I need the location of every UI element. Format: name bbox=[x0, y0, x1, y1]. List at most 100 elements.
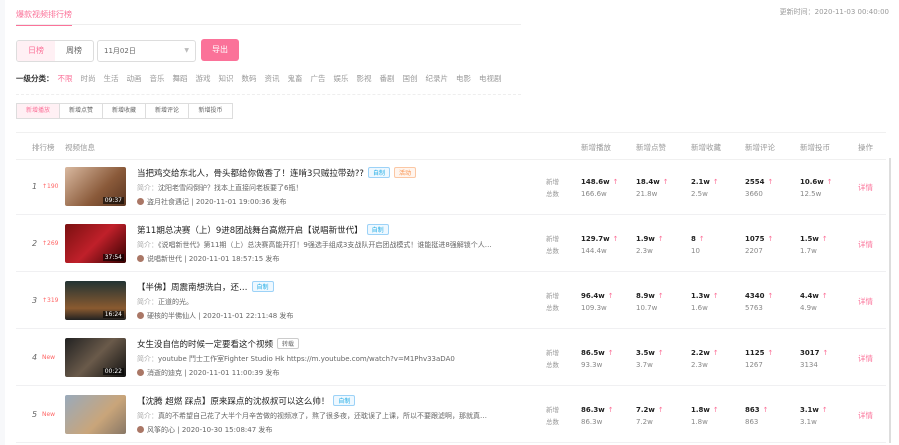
table-row: 3 ↑319 16:24 【半佛】周震南想洗白，还… 自制 简介：正道的光。 硬核… bbox=[16, 272, 886, 329]
rank-change: ↑269 bbox=[42, 240, 59, 247]
day-rank-button[interactable]: 日榜 bbox=[17, 41, 55, 61]
video-thumbnail[interactable]: 16:24 bbox=[65, 281, 126, 320]
detail-link[interactable]: 详情 bbox=[858, 410, 873, 421]
rank-number: 4 bbox=[32, 353, 38, 362]
video-title-text[interactable]: 【半佛】周震南想洗白，还… bbox=[137, 283, 248, 293]
coin-total: 1.7w bbox=[800, 247, 817, 255]
arrow-up-icon: ↑ bbox=[698, 235, 705, 243]
like-new: 8.9w bbox=[636, 292, 655, 300]
metric-tab-2[interactable]: 新增收藏 bbox=[103, 104, 146, 118]
category-4[interactable]: 音乐 bbox=[150, 73, 165, 84]
metric-tab-1[interactable]: 新增点赞 bbox=[60, 104, 103, 118]
category-3[interactable]: 动画 bbox=[127, 73, 142, 84]
video-tag: 自制 bbox=[367, 167, 390, 178]
publish-time: | 2020-10-30 15:08:47 发布 bbox=[177, 426, 273, 434]
category-6[interactable]: 游戏 bbox=[196, 73, 211, 84]
category-18[interactable]: 电视剧 bbox=[479, 73, 502, 84]
detail-link[interactable]: 详情 bbox=[858, 296, 873, 307]
stat-comment: 2554 ↑ 3660 bbox=[745, 176, 773, 200]
stat-labels: 新增 总数 bbox=[546, 290, 559, 314]
week-rank-button[interactable]: 周榜 bbox=[55, 41, 93, 61]
video-title[interactable]: 女生没自信的时候一定要看这个视频 转载 bbox=[137, 338, 300, 350]
category-12[interactable]: 娱乐 bbox=[334, 73, 349, 84]
author-name[interactable]: 说唱新世代 bbox=[147, 255, 182, 263]
category-17[interactable]: 电影 bbox=[456, 73, 471, 84]
video-tag: 自制 bbox=[333, 395, 356, 406]
arrow-up-icon: ↑ bbox=[767, 178, 774, 186]
avatar bbox=[137, 369, 144, 376]
stat-like: 3.5w ↑ 3.7w bbox=[636, 347, 664, 371]
coin-new: 4.4w bbox=[800, 292, 819, 300]
avatar bbox=[137, 426, 144, 433]
author-name[interactable]: 消逝的迪克 bbox=[147, 369, 182, 377]
video-thumbnail[interactable]: 09:37 bbox=[65, 167, 126, 206]
date-select[interactable]: 11月02日 ▼ bbox=[97, 40, 196, 62]
category-5[interactable]: 舞蹈 bbox=[173, 73, 188, 84]
video-meta: 风筝的心 | 2020-10-30 15:08:47 发布 bbox=[137, 425, 272, 435]
comment-new: 2554 bbox=[745, 178, 765, 186]
stat-labels: 新增 总数 bbox=[546, 404, 559, 428]
comment-new: 863 bbox=[745, 406, 760, 414]
rank-change: ↑190 bbox=[42, 183, 59, 190]
total-label: 总数 bbox=[546, 190, 559, 198]
comment-total: 5763 bbox=[745, 304, 763, 312]
avatar bbox=[137, 198, 144, 205]
video-thumbnail[interactable] bbox=[65, 395, 126, 434]
col-info: 视频信息 bbox=[65, 143, 95, 152]
date-value: 11月02日 bbox=[104, 47, 136, 55]
video-thumbnail[interactable]: 37:54 bbox=[65, 224, 126, 263]
video-title-text[interactable]: 女生没自信的时候一定要看这个视频 bbox=[137, 340, 273, 350]
desc-text: 真的不希望自己花了大半个月辛苦做的视频凉了，熬了很多夜，还耽误了上课，所以不要跟… bbox=[158, 412, 487, 420]
detail-link[interactable]: 详情 bbox=[858, 239, 873, 250]
arrow-up-icon: ↑ bbox=[612, 235, 619, 243]
video-description: 简介：正道的光。 bbox=[137, 297, 193, 307]
category-8[interactable]: 数码 bbox=[242, 73, 257, 84]
video-title[interactable]: 【半佛】周震南想洗白，还… 自制 bbox=[137, 281, 274, 293]
video-title-text[interactable]: 当把鸡交给东北人，骨头都给你做香了！连啃3只贼拉带劲?? bbox=[137, 169, 364, 179]
category-16[interactable]: 纪录片 bbox=[426, 73, 449, 84]
arrow-up-icon: ↑ bbox=[712, 349, 719, 357]
category-1[interactable]: 时尚 bbox=[81, 73, 96, 84]
fav-new: 2.1w bbox=[691, 178, 710, 186]
video-title-text[interactable]: 【沈腾 超燃 踩点】原来踩点的沈叔叔可以这么帅！ bbox=[137, 397, 329, 407]
category-2[interactable]: 生活 bbox=[104, 73, 119, 84]
desc-text: 沈阳老雪闷倒驴？找本上直接问老板要了6瓶！ bbox=[158, 184, 303, 192]
metric-tab-0[interactable]: 新增播放 bbox=[17, 104, 60, 118]
stat-like: 18.4w ↑ 21.8w bbox=[636, 176, 669, 200]
video-tag: 转载 bbox=[277, 338, 300, 349]
scrollbar[interactable] bbox=[889, 158, 891, 443]
author-name[interactable]: 风筝的心 bbox=[147, 426, 175, 434]
category-13[interactable]: 影视 bbox=[357, 73, 372, 84]
fav-new: 1.8w bbox=[691, 406, 710, 414]
category-9[interactable]: 资讯 bbox=[265, 73, 280, 84]
category-7[interactable]: 知识 bbox=[219, 73, 234, 84]
arrow-up-icon: ↑ bbox=[821, 235, 828, 243]
video-title-text[interactable]: 第11期总决赛（上）9进8团战舞台高燃开启【说唱新世代】 bbox=[137, 226, 363, 236]
total-label: 总数 bbox=[546, 361, 559, 369]
detail-link[interactable]: 详情 bbox=[858, 353, 873, 364]
rank-number: 2 bbox=[32, 239, 38, 248]
like-total: 3.7w bbox=[636, 361, 653, 369]
video-thumbnail[interactable]: 00:22 bbox=[65, 338, 126, 377]
category-0[interactable]: 不限 bbox=[58, 73, 73, 84]
category-14[interactable]: 番剧 bbox=[380, 73, 395, 84]
author-name[interactable]: 盗月社食遇记 bbox=[147, 198, 189, 206]
arrow-up-icon: ↑ bbox=[712, 178, 719, 186]
metric-tab-4[interactable]: 新增投币 bbox=[189, 104, 232, 118]
stat-fav: 8 ↑ 10 bbox=[691, 233, 705, 257]
author-name[interactable]: 硬核的半佛仙人 bbox=[147, 312, 196, 320]
like-total: 10.7w bbox=[636, 304, 658, 312]
category-15[interactable]: 国创 bbox=[403, 73, 418, 84]
export-button[interactable]: 导出 bbox=[201, 39, 239, 61]
coin-total: 12.5w bbox=[800, 190, 822, 198]
metric-tab-3[interactable]: 新增评论 bbox=[146, 104, 189, 118]
fav-total: 2.3w bbox=[691, 361, 708, 369]
video-title[interactable]: 当把鸡交给东北人，骨头都给你做香了！连啃3只贼拉带劲?? 自制 活动 bbox=[137, 167, 416, 179]
stat-coin: 1.5w ↑ 1.7w bbox=[800, 233, 828, 257]
category-10[interactable]: 鬼畜 bbox=[288, 73, 303, 84]
category-11[interactable]: 广告 bbox=[311, 73, 326, 84]
video-title[interactable]: 第11期总决赛（上）9进8团战舞台高燃开启【说唱新世代】 自制 bbox=[137, 224, 389, 236]
col-play: 新增播放 bbox=[581, 143, 611, 152]
detail-link[interactable]: 详情 bbox=[858, 182, 873, 193]
video-title[interactable]: 【沈腾 超燃 踩点】原来踩点的沈叔叔可以这么帅！ 自制 bbox=[137, 395, 356, 407]
